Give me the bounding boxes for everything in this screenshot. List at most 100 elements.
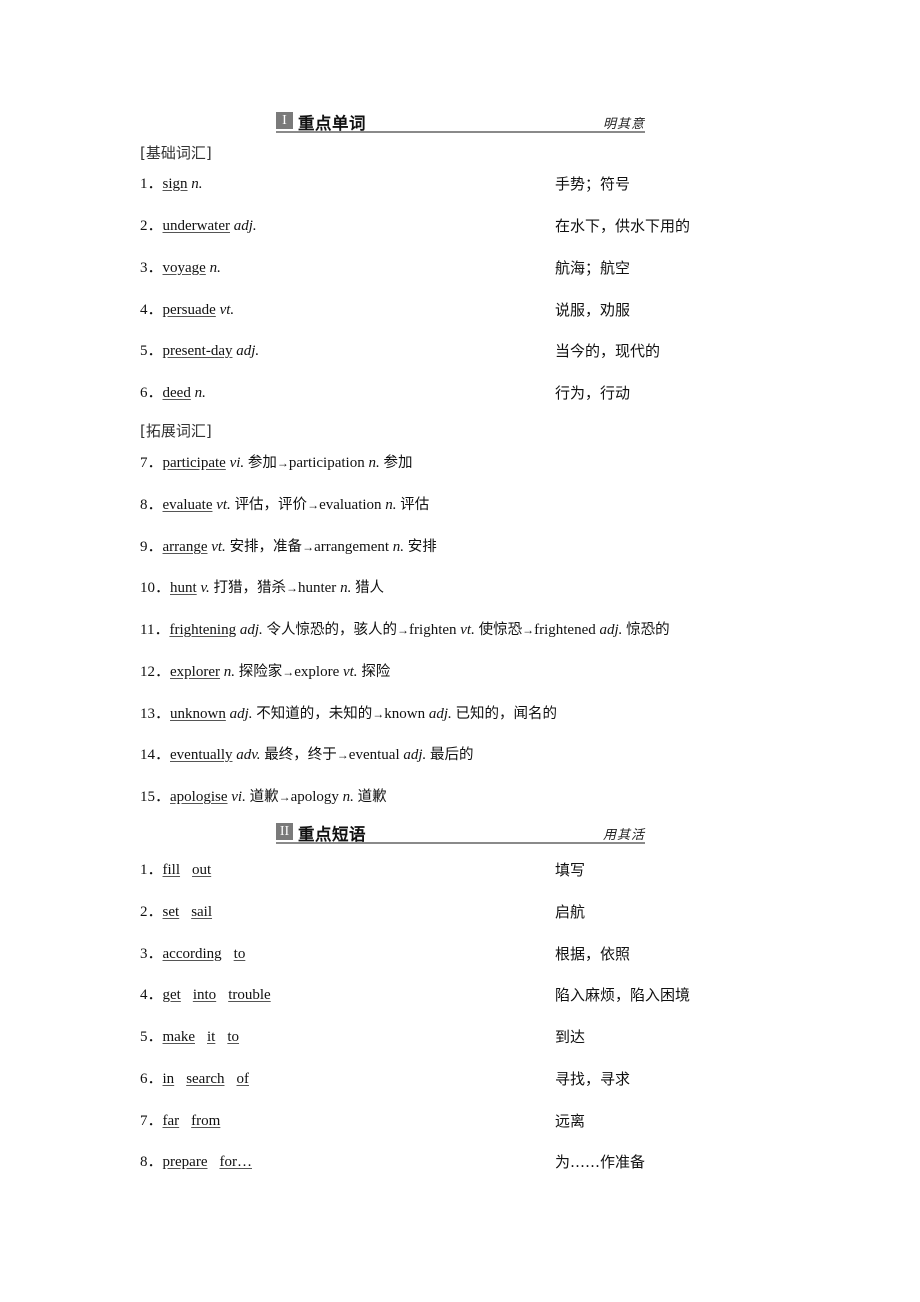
phrase-part: search — [186, 1071, 225, 1087]
part-of-speech: vt. — [460, 622, 475, 638]
vocab-row: 15．apologise vi. 道歉→apology n. 道歉 — [140, 787, 387, 807]
phrase-row: 1．fill out — [140, 860, 211, 880]
phrase-gap — [181, 985, 193, 1005]
arrow-icon: → — [302, 540, 315, 554]
vocab-meaning: 行为，行动 — [555, 384, 631, 402]
word-meaning: 令人惊恐的，骇人的 — [266, 622, 398, 638]
word-meaning: 道歉 — [249, 789, 279, 805]
vocab-word: apologise — [170, 789, 228, 805]
item-number: 15． — [140, 789, 171, 805]
vocab-row: 13．unknown adj. 不知道的，未知的→known adj. 已知的，… — [140, 704, 557, 724]
derived-meaning: 探险 — [361, 664, 391, 680]
phrase-row: 8．prepare for… — [140, 1152, 252, 1172]
derived-meaning: 已知的，闻名的 — [455, 706, 558, 722]
phrase-text: far from — [163, 1113, 221, 1129]
phrase-row: 6．in search of — [140, 1069, 249, 1089]
vocab-row: 5．present-day adj. — [140, 341, 259, 361]
item-number: 6． — [140, 385, 163, 401]
phrase-part: set — [162, 904, 180, 920]
item-number: 12． — [140, 664, 171, 680]
vocab-meaning: 在水下，供水下用的 — [555, 217, 691, 235]
derived-meaning: 最后的 — [430, 747, 474, 763]
arrow-icon: → — [278, 790, 291, 804]
phrase-row: 5．make it to — [140, 1027, 239, 1047]
derived-meaning: 惊恐的 — [626, 622, 670, 638]
word-meaning: 打猎，猎杀 — [213, 580, 286, 596]
vocab-word: hunt — [170, 580, 197, 596]
derived-word: known — [384, 706, 426, 722]
phrase-part: from — [191, 1113, 221, 1129]
vocab-row: 12．explorer n. 探险家→explore vt. 探险 — [140, 662, 390, 682]
derived-word: explore — [294, 664, 340, 680]
part-of-speech: n. — [191, 176, 203, 192]
part-of-speech: adj. — [239, 622, 263, 638]
derived-meaning: 评估 — [400, 497, 430, 513]
part-of-speech: adj. — [236, 343, 260, 359]
section-title: 重点单词 — [298, 114, 366, 133]
phrase-gap — [216, 985, 228, 1005]
derived-meaning: 使惊恐 — [478, 622, 523, 638]
phrase-meaning: 陷入麻烦，陷入困境 — [555, 986, 691, 1004]
phrase-meaning: 远离 — [555, 1112, 586, 1130]
part-of-speech: vi. — [231, 789, 246, 805]
part-of-speech: adj. — [403, 747, 427, 763]
item-number: 8． — [140, 497, 163, 513]
phrase-meaning: 根据，依照 — [555, 945, 631, 963]
part-of-speech: adj. — [229, 706, 253, 722]
vocab-row: 4．persuade vt. — [140, 300, 234, 320]
item-number: 5． — [140, 343, 163, 359]
derived-word: eventual — [348, 747, 400, 763]
part-of-speech: v. — [200, 580, 210, 596]
phrase-part: into — [192, 987, 217, 1003]
part-of-speech: n. — [392, 539, 405, 555]
vocab-row: 11．frightening adj. 令人惊恐的，骇人的→frighten v… — [140, 620, 670, 640]
extended-vocab-label: [拓展词汇] — [140, 422, 212, 440]
derived-word: participation — [288, 455, 365, 471]
item-number: 2． — [140, 904, 163, 920]
section-title: 重点短语 — [298, 825, 366, 844]
phrase-part: prepare — [162, 1154, 208, 1170]
phrase-row: 3．according to — [140, 944, 245, 964]
section-header-key-words: I 重点单词 明其意 — [276, 111, 645, 133]
vocab-row: 3．voyage n. — [140, 258, 221, 278]
item-number: 9． — [140, 539, 163, 555]
phrase-text: get into trouble — [163, 987, 271, 1003]
item-number: 5． — [140, 1029, 163, 1045]
part-of-speech: vt. — [216, 497, 231, 513]
phrase-meaning: 寻找，寻求 — [555, 1070, 631, 1088]
phrase-part: sail — [191, 904, 213, 920]
vocab-meaning: 手势；符号 — [555, 175, 631, 193]
phrase-gap — [207, 1152, 219, 1172]
phrase-gap — [174, 1069, 186, 1089]
phrase-gap — [179, 902, 191, 922]
phrase-gap — [225, 1069, 237, 1089]
vocab-word: unknown — [170, 706, 226, 722]
arrow-icon: → — [522, 623, 535, 637]
derived-meaning: 猎人 — [355, 580, 385, 596]
derived-word: evaluation — [319, 497, 382, 513]
phrase-text: make it to — [163, 1029, 240, 1045]
phrase-meaning: 到达 — [555, 1028, 586, 1046]
section-tag: 明其意 — [602, 117, 645, 132]
vocab-row: 6．deed n. — [140, 383, 206, 403]
arrow-icon: → — [397, 623, 410, 637]
phrase-text: set sail — [163, 904, 213, 920]
phrase-gap — [215, 1027, 227, 1047]
vocab-word: present-day — [162, 343, 233, 359]
section-tag: 用其活 — [602, 828, 645, 843]
arrow-icon: → — [336, 748, 349, 762]
item-number: 1． — [140, 176, 163, 192]
phrase-meaning: 填写 — [555, 861, 586, 879]
word-meaning: 评估，评价 — [234, 497, 308, 513]
phrase-row: 2．set sail — [140, 902, 212, 922]
phrase-part: make — [162, 1029, 195, 1045]
phrase-part: for… — [219, 1154, 252, 1170]
word-meaning: 不知道的，未知的 — [256, 706, 373, 722]
item-number: 8． — [140, 1154, 163, 1170]
item-number: 6． — [140, 1071, 163, 1087]
phrase-text: prepare for… — [163, 1154, 252, 1170]
word-meaning: 最终，终于 — [264, 747, 337, 763]
derived-word: frightened — [534, 622, 596, 638]
arrow-icon: → — [307, 498, 320, 512]
item-number: 7． — [140, 455, 163, 471]
